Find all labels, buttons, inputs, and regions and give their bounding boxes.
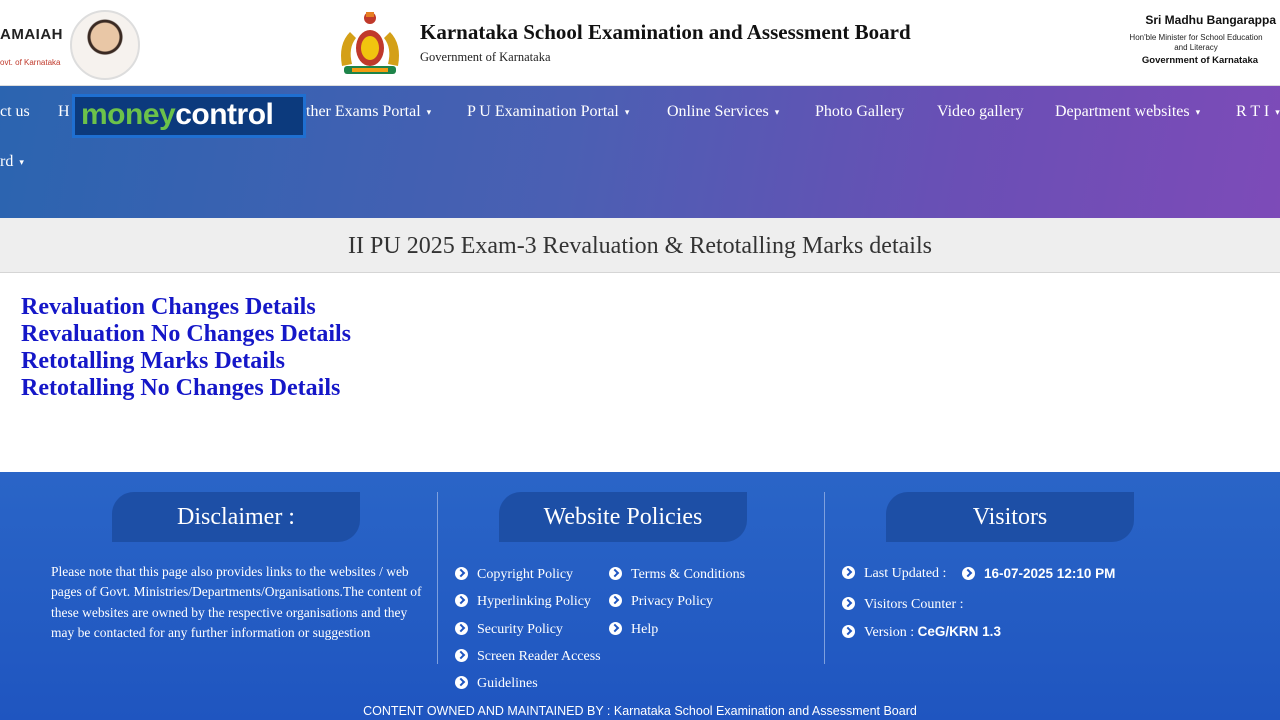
results-links: Revaluation Changes Details Revaluation … bbox=[21, 294, 351, 402]
page-title: II PU 2025 Exam-3 Revaluation & Retotall… bbox=[0, 218, 1280, 273]
caret-down-icon: ▾ bbox=[624, 106, 630, 117]
nav-contact-us[interactable]: ct us bbox=[0, 103, 30, 121]
chevron-circle-icon bbox=[609, 567, 622, 580]
disclaimer-heading: Disclaimer : bbox=[112, 492, 360, 542]
nav-video-gallery[interactable]: Video gallery bbox=[937, 103, 1024, 121]
last-updated-label: Last Updated : bbox=[842, 566, 946, 582]
visitors-counter: Visitors Counter : bbox=[842, 597, 964, 613]
link-retotalling-marks[interactable]: Retotalling Marks Details bbox=[21, 348, 351, 375]
cm-photo bbox=[70, 10, 140, 80]
security-policy-link[interactable]: Security Policy bbox=[455, 622, 563, 638]
nav-department-websites[interactable]: Department websites ▾ bbox=[1055, 103, 1200, 121]
karnataka-emblem-icon bbox=[341, 12, 399, 74]
caret-down-icon: ▾ bbox=[1195, 106, 1201, 117]
chevron-circle-icon bbox=[609, 622, 622, 635]
link-retotalling-no-changes[interactable]: Retotalling No Changes Details bbox=[21, 375, 351, 402]
board-subtitle: Government of Karnataka bbox=[420, 50, 551, 64]
caret-down-icon: ▾ bbox=[426, 106, 432, 117]
cm-subtitle: ovt. of Karnataka bbox=[0, 58, 61, 67]
chevron-circle-icon bbox=[455, 594, 468, 607]
privacy-policy-link[interactable]: Privacy Policy bbox=[609, 594, 713, 610]
chevron-circle-icon bbox=[455, 567, 468, 580]
link-revaluation-no-changes[interactable]: Revaluation No Changes Details bbox=[21, 321, 351, 348]
hyperlinking-policy-link[interactable]: Hyperlinking Policy bbox=[455, 594, 591, 610]
chevron-circle-icon bbox=[842, 566, 855, 579]
nav-photo-gallery[interactable]: Photo Gallery bbox=[815, 103, 904, 121]
nav-home[interactable]: H bbox=[58, 103, 70, 121]
chevron-circle-icon bbox=[455, 622, 468, 635]
moneycontrol-watermark-logo: moneycontrol bbox=[72, 94, 306, 138]
site-header: AMAIAH ovt. of Karnataka Karnataka Schoo… bbox=[0, 0, 1280, 86]
chevron-circle-icon bbox=[455, 676, 468, 689]
copyright-policy-link[interactable]: Copyright Policy bbox=[455, 567, 573, 583]
footer-divider bbox=[824, 492, 825, 664]
chevron-circle-icon bbox=[842, 625, 855, 638]
screen-reader-access-link[interactable]: Screen Reader Access bbox=[455, 649, 601, 665]
chevron-circle-icon bbox=[842, 597, 855, 610]
help-link[interactable]: Help bbox=[609, 622, 658, 638]
visitors-heading: Visitors bbox=[886, 492, 1134, 542]
minister-role: Hon'ble Minister for School Education an… bbox=[1129, 33, 1263, 52]
nav-online-services[interactable]: Online Services ▾ bbox=[667, 103, 779, 121]
guidelines-link[interactable]: Guidelines bbox=[455, 676, 538, 692]
nav-board[interactable]: rd ▾ bbox=[0, 153, 24, 171]
chevron-circle-icon bbox=[609, 594, 622, 607]
link-revaluation-changes[interactable]: Revaluation Changes Details bbox=[21, 294, 351, 321]
caret-down-icon: ▾ bbox=[774, 106, 780, 117]
nav-other-exams-portal[interactable]: ther Exams Portal ▾ bbox=[306, 103, 431, 121]
website-policies-heading: Website Policies bbox=[499, 492, 747, 542]
content-owned-by: CONTENT OWNED AND MAINTAINED BY : Karnat… bbox=[363, 704, 917, 718]
nav-pu-examination-portal[interactable]: P U Examination Portal ▾ bbox=[467, 103, 629, 121]
chevron-circle-icon bbox=[962, 567, 975, 580]
disclaimer-text: Please note that this page also provides… bbox=[51, 564, 422, 640]
chevron-circle-icon bbox=[455, 649, 468, 662]
terms-conditions-link[interactable]: Terms & Conditions bbox=[609, 567, 745, 583]
board-title: Karnataka School Examination and Assessm… bbox=[420, 20, 911, 44]
footer-divider bbox=[437, 492, 438, 664]
last-updated-value: 16-07-2025 12:10 PM bbox=[962, 566, 1115, 583]
version-info: Version : CeG/KRN 1.3 bbox=[842, 624, 1001, 641]
cm-name: AMAIAH bbox=[0, 26, 63, 43]
minister-name: Sri Madhu Bangarappa bbox=[1145, 13, 1276, 27]
caret-down-icon: ▾ bbox=[19, 156, 24, 167]
caret-down-icon: ▾ bbox=[1275, 106, 1280, 117]
site-footer: Disclaimer : Please note that this page … bbox=[0, 472, 1280, 720]
minister-government: Government of Karnataka bbox=[1141, 55, 1259, 66]
nav-rti[interactable]: R T I ▾ bbox=[1236, 103, 1280, 121]
